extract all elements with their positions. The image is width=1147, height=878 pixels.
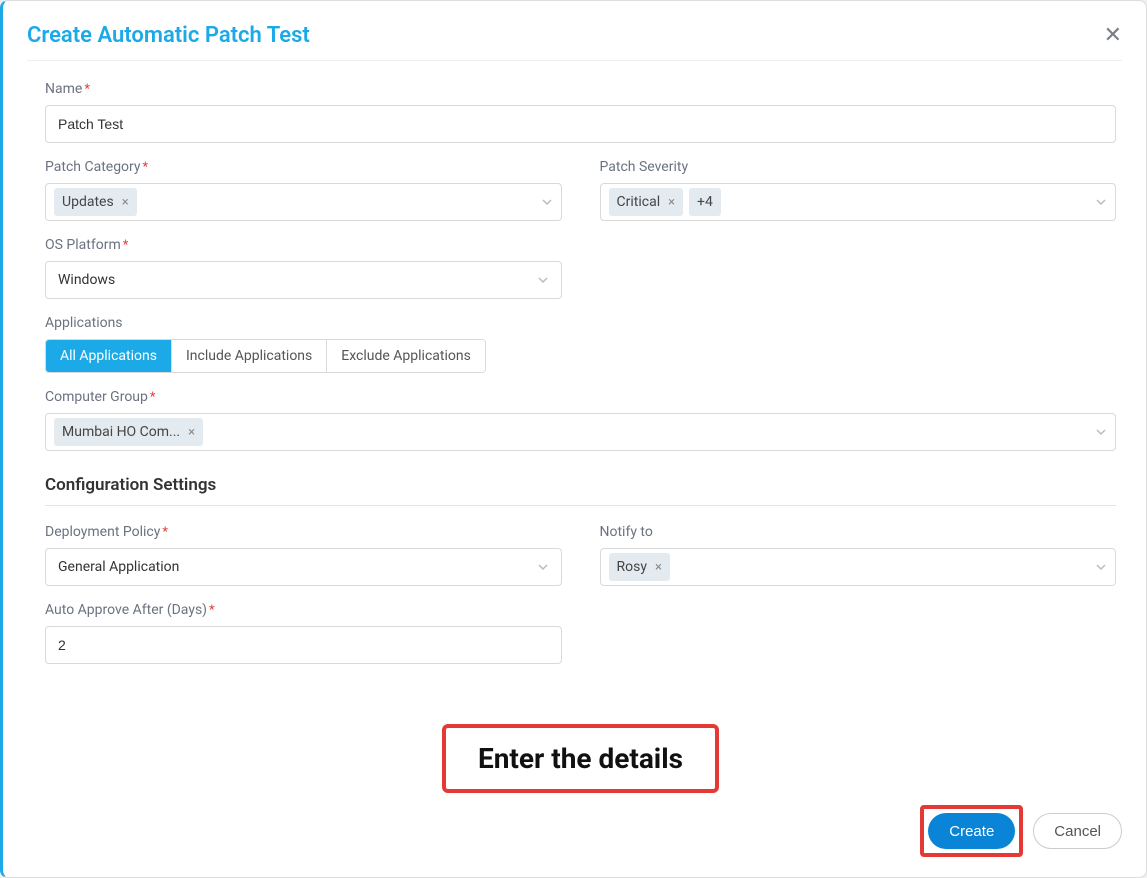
modal-footer: Create Cancel: [920, 805, 1122, 857]
cancel-button[interactable]: Cancel: [1033, 813, 1122, 849]
chevron-down-icon: [537, 561, 549, 573]
remove-tag-icon[interactable]: ×: [655, 561, 662, 574]
required-asterisk: *: [123, 238, 129, 253]
patch-severity-select[interactable]: Critical × +4: [600, 183, 1117, 221]
patch-category-select[interactable]: Updates ×: [45, 183, 562, 221]
computer-group-select[interactable]: Mumbai HO Com... ×: [45, 413, 1116, 451]
chevron-down-icon: [1095, 426, 1107, 438]
tab-all-applications[interactable]: All Applications: [46, 340, 172, 372]
tab-include-applications[interactable]: Include Applications: [172, 340, 327, 372]
chevron-down-icon: [541, 196, 553, 208]
notify-to-select[interactable]: Rosy ×: [600, 548, 1117, 586]
os-platform-select[interactable]: Windows: [45, 261, 562, 299]
callout-wrapper: Enter the details: [45, 680, 1116, 793]
notify-tag-rosy: Rosy ×: [609, 553, 670, 581]
name-label: Name*: [45, 81, 1116, 97]
chevron-down-icon: [1095, 196, 1107, 208]
required-asterisk: *: [143, 160, 149, 175]
notify-to-label: Notify to: [600, 524, 1117, 540]
close-icon[interactable]: ✕: [1104, 25, 1122, 47]
name-input[interactable]: [45, 105, 1116, 143]
form-body: Name* Patch Category* Updates ×: [27, 61, 1122, 857]
instruction-callout: Enter the details: [442, 724, 719, 793]
configuration-settings-heading: Configuration Settings: [45, 475, 1116, 495]
deployment-policy-label: Deployment Policy*: [45, 524, 562, 540]
remove-tag-icon[interactable]: ×: [188, 426, 195, 439]
computer-group-label: Computer Group*: [45, 389, 1116, 405]
applications-label: Applications: [45, 315, 1116, 331]
chevron-down-icon: [537, 274, 549, 286]
section-divider: [45, 505, 1116, 506]
patch-category-label: Patch Category*: [45, 159, 562, 175]
severity-more-tag[interactable]: +4: [689, 188, 721, 216]
create-patch-test-modal: Create Automatic Patch Test ✕ Name* Patc…: [0, 0, 1147, 878]
category-tag-updates: Updates ×: [54, 188, 137, 216]
create-button[interactable]: Create: [928, 813, 1015, 849]
modal-title: Create Automatic Patch Test: [27, 23, 310, 48]
auto-approve-label: Auto Approve After (Days)*: [45, 602, 562, 618]
required-asterisk: *: [209, 603, 215, 618]
patch-severity-label: Patch Severity: [600, 159, 1117, 175]
modal-header: Create Automatic Patch Test ✕: [27, 23, 1122, 61]
required-asterisk: *: [84, 82, 90, 97]
remove-tag-icon[interactable]: ×: [122, 196, 129, 209]
auto-approve-input[interactable]: [45, 626, 562, 664]
remove-tag-icon[interactable]: ×: [668, 196, 675, 209]
os-platform-label: OS Platform*: [45, 237, 562, 253]
chevron-down-icon: [1095, 561, 1107, 573]
deployment-policy-select[interactable]: General Application: [45, 548, 562, 586]
required-asterisk: *: [162, 525, 168, 540]
create-button-highlight: Create: [920, 805, 1023, 857]
required-asterisk: *: [150, 390, 156, 405]
severity-tag-critical: Critical ×: [609, 188, 684, 216]
applications-tabs: All Applications Include Applications Ex…: [45, 339, 486, 373]
tab-exclude-applications[interactable]: Exclude Applications: [327, 340, 485, 372]
computer-group-tag: Mumbai HO Com... ×: [54, 418, 203, 446]
